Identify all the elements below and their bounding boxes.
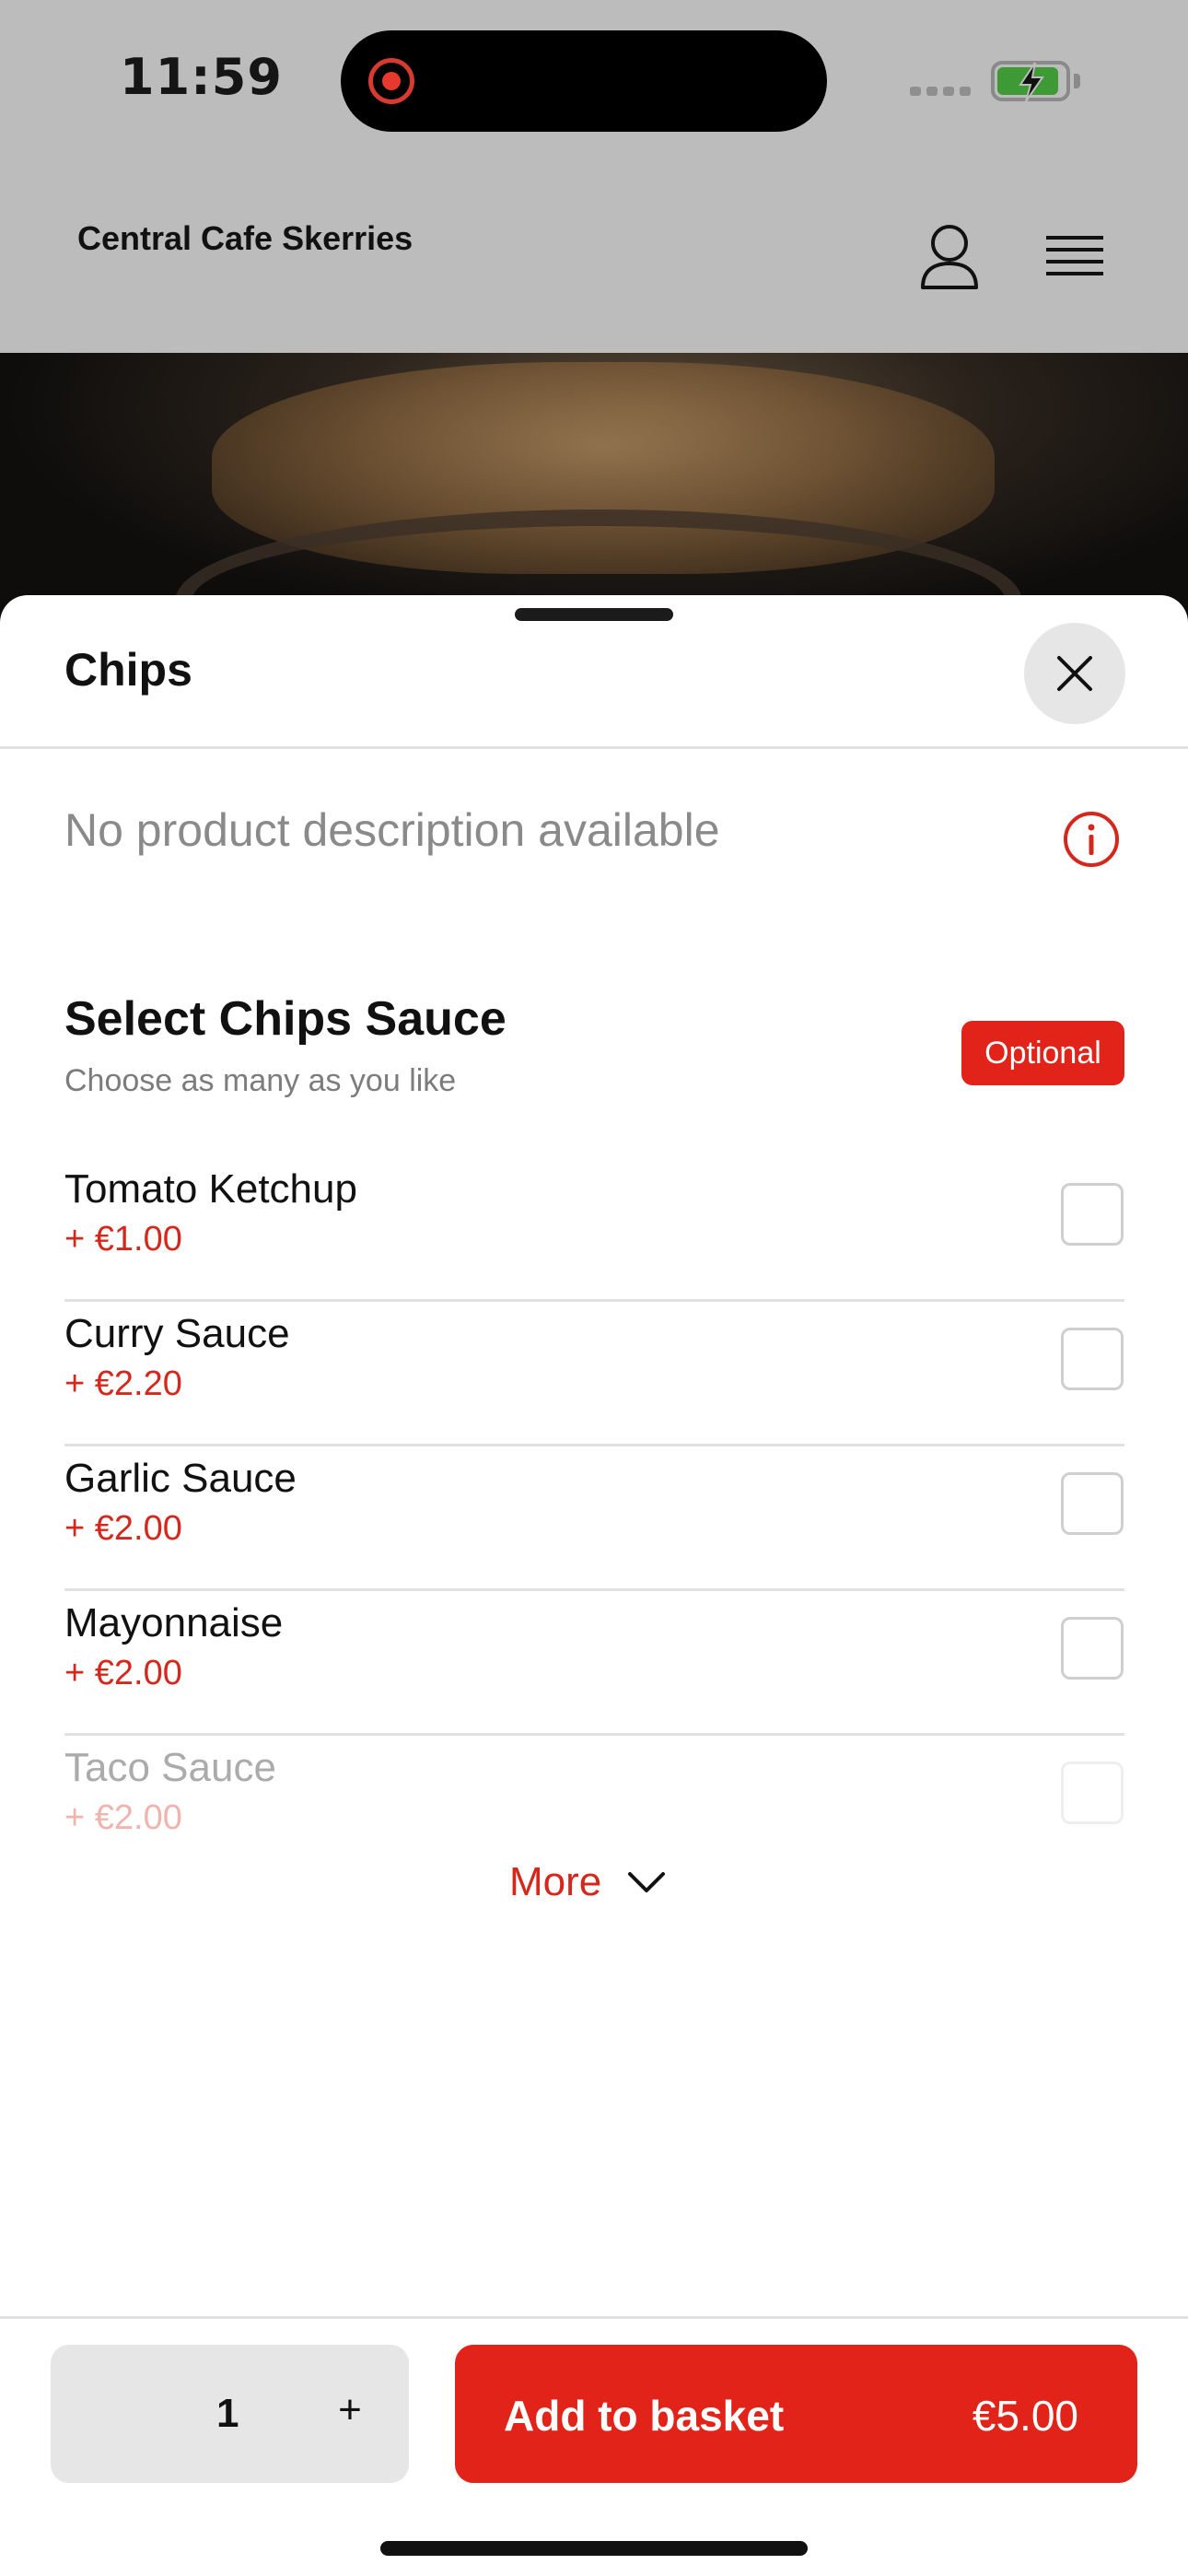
- option-checkbox[interactable]: [1061, 1762, 1124, 1824]
- product-description: No product description available: [64, 804, 720, 856]
- option-mayonnaise[interactable]: Mayonnaise + €2.00: [64, 1591, 1124, 1736]
- quantity-stepper: 1 +: [51, 2345, 409, 2483]
- add-to-basket-button[interactable]: Add to basket €5.00: [455, 2345, 1137, 2483]
- option-tomato-ketchup[interactable]: Tomato Ketchup + €1.00: [64, 1157, 1124, 1302]
- home-indicator[interactable]: [380, 2541, 808, 2556]
- battery-cap: [1074, 74, 1080, 88]
- quantity-plus-button[interactable]: +: [327, 2387, 373, 2433]
- option-name: Mayonnaise: [64, 1600, 284, 1645]
- option-name: Garlic Sauce: [64, 1456, 297, 1501]
- dynamic-island: [341, 30, 827, 132]
- battery-icon: [991, 61, 1070, 102]
- option-price: + €1.00: [64, 1220, 182, 1259]
- footer-divider: [0, 2316, 1188, 2319]
- option-name: Tomato Ketchup: [64, 1166, 357, 1212]
- product-title: Chips: [64, 644, 192, 696]
- restaurant-name[interactable]: Central Cafe Skerries: [77, 219, 413, 258]
- quantity-value: 1: [216, 2391, 239, 2436]
- add-to-basket-label: Add to basket: [504, 2392, 785, 2440]
- cellular-signal-icon: [910, 87, 971, 96]
- option-price: + €2.00: [64, 1798, 182, 1837]
- option-checkbox[interactable]: [1061, 1183, 1124, 1246]
- option-checkbox[interactable]: [1061, 1472, 1124, 1535]
- option-garlic-sauce[interactable]: Garlic Sauce + €2.00: [64, 1446, 1124, 1591]
- option-price: + €2.00: [64, 1654, 182, 1692]
- option-checkbox[interactable]: [1061, 1328, 1124, 1390]
- status-time: 11:59: [120, 48, 283, 106]
- option-price: + €2.00: [64, 1509, 182, 1548]
- recording-icon: [368, 58, 414, 104]
- more-options-button[interactable]: More: [509, 1859, 666, 1905]
- user-icon[interactable]: [919, 223, 980, 291]
- screen: 11:59 Central Cafe Skerries Chips No pro…: [0, 0, 1188, 2576]
- basket-total: €5.00: [972, 2392, 1078, 2440]
- option-name: Taco Sauce: [64, 1745, 276, 1790]
- product-sheet: Chips No product description available S…: [0, 595, 1188, 2576]
- chevron-down-icon: [628, 1872, 666, 1892]
- sauce-options-list: Tomato Ketchup + €1.00 Curry Sauce + €2.…: [64, 1157, 1124, 1880]
- options-group-subtitle: Choose as many as you like: [64, 1063, 457, 1098]
- option-checkbox[interactable]: [1061, 1617, 1124, 1680]
- hamburger-menu-icon[interactable]: [1044, 232, 1105, 284]
- product-hero-image: [0, 353, 1188, 629]
- charging-bolt-icon: [1019, 62, 1044, 102]
- optional-badge: Optional: [961, 1021, 1124, 1085]
- info-icon[interactable]: [1063, 811, 1120, 868]
- option-name: Curry Sauce: [64, 1311, 290, 1356]
- option-price: + €2.20: [64, 1364, 182, 1403]
- more-label: More: [509, 1859, 602, 1904]
- close-button[interactable]: [1024, 623, 1125, 724]
- header-divider: [0, 746, 1188, 749]
- sheet-grabber[interactable]: [515, 608, 673, 621]
- options-group-title: Select Chips Sauce: [64, 992, 507, 1046]
- option-curry-sauce[interactable]: Curry Sauce + €2.20: [64, 1302, 1124, 1446]
- close-icon: [1057, 656, 1092, 691]
